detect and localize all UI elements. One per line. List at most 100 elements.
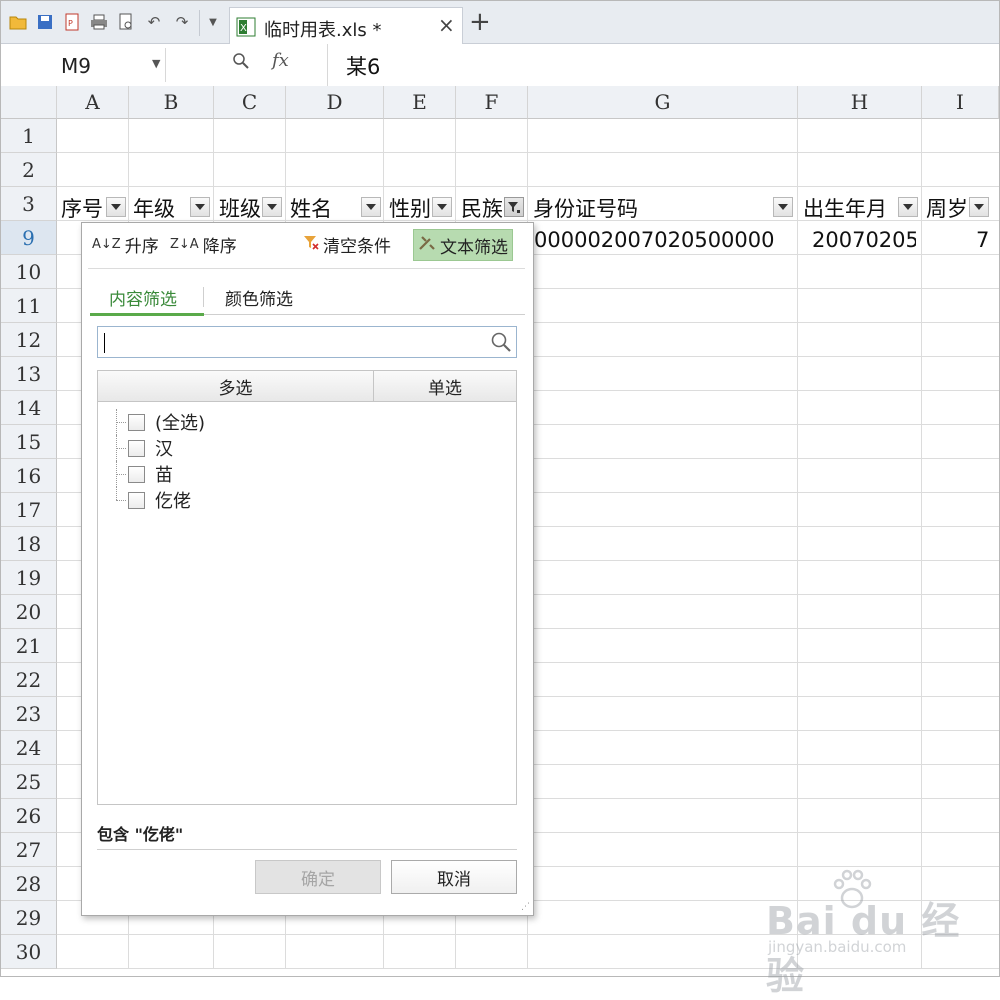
sort-ascending-button[interactable]: A↓Z 升序 bbox=[92, 229, 159, 259]
text-filter-button[interactable]: 文本筛选 bbox=[413, 229, 513, 261]
checkbox[interactable] bbox=[128, 465, 145, 483]
title-bar: P ↶ ↷ ▼ X 临时用表.xls * × + bbox=[1, 1, 999, 45]
row-header-15[interactable]: 15 bbox=[1, 425, 57, 459]
cancel-button[interactable]: 取消 bbox=[391, 860, 517, 894]
tab-close-icon[interactable]: × bbox=[438, 13, 455, 37]
row-header-2[interactable]: 2 bbox=[1, 153, 57, 187]
column-header-g[interactable]: G bbox=[528, 86, 798, 119]
row-header-23[interactable]: 23 bbox=[1, 697, 57, 731]
cell-g9[interactable]: 000002007020500000 bbox=[534, 228, 794, 252]
open-folder-icon[interactable] bbox=[7, 11, 29, 33]
filter-button-h[interactable] bbox=[898, 197, 918, 217]
tab-divider bbox=[203, 287, 204, 307]
row-header-12[interactable]: 12 bbox=[1, 323, 57, 357]
customize-dropdown-icon[interactable]: ▼ bbox=[202, 11, 224, 33]
row-header-9[interactable]: 9 bbox=[1, 221, 57, 255]
text-filter-label: 文本筛选 bbox=[440, 237, 508, 258]
row-header-30[interactable]: 30 bbox=[1, 935, 57, 969]
save-icon[interactable] bbox=[34, 11, 56, 33]
row-header-10[interactable]: 10 bbox=[1, 255, 57, 289]
row-header-27[interactable]: 27 bbox=[1, 833, 57, 867]
column-header-f[interactable]: F bbox=[456, 86, 528, 119]
resize-grip-icon[interactable]: ⋰ bbox=[521, 903, 530, 912]
toolbar-divider bbox=[88, 268, 525, 269]
filter-button-a[interactable] bbox=[106, 197, 126, 217]
filter-search-input[interactable] bbox=[97, 326, 517, 358]
header-cell-g[interactable]: 身份证号码 bbox=[533, 193, 773, 223]
row-header-18[interactable]: 18 bbox=[1, 527, 57, 561]
fx-icon[interactable]: fx bbox=[272, 50, 289, 71]
list-item[interactable]: 仡佬 bbox=[108, 487, 191, 513]
row-header-14[interactable]: 14 bbox=[1, 391, 57, 425]
row-header-25[interactable]: 25 bbox=[1, 765, 57, 799]
row-header-3[interactable]: 3 bbox=[1, 187, 57, 221]
tree-connector bbox=[108, 487, 128, 513]
filter-button-g[interactable] bbox=[773, 197, 793, 217]
column-header-h[interactable]: H bbox=[798, 86, 922, 119]
header-cell-c[interactable]: 班级 bbox=[219, 193, 261, 223]
print-icon[interactable] bbox=[88, 11, 110, 33]
tab-file[interactable]: X 临时用表.xls * × bbox=[229, 7, 463, 45]
header-cell-d[interactable]: 姓名 bbox=[290, 193, 360, 223]
row-header-29[interactable]: 29 bbox=[1, 901, 57, 935]
filter-button-e[interactable] bbox=[432, 197, 452, 217]
undo-icon[interactable]: ↶ bbox=[143, 11, 165, 33]
select-all-corner[interactable] bbox=[1, 86, 57, 119]
header-cell-i[interactable]: 周岁 bbox=[926, 193, 968, 223]
checkbox[interactable] bbox=[128, 491, 145, 509]
new-tab-button[interactable]: + bbox=[469, 9, 491, 35]
row-header-20[interactable]: 20 bbox=[1, 595, 57, 629]
cell-i9[interactable]: 7 bbox=[976, 228, 996, 252]
filter-button-d[interactable] bbox=[361, 197, 381, 217]
row-header-26[interactable]: 26 bbox=[1, 799, 57, 833]
row-header-1[interactable]: 1 bbox=[1, 119, 57, 153]
clear-conditions-label: 清空条件 bbox=[323, 236, 391, 257]
print-preview-icon[interactable] bbox=[115, 11, 137, 33]
tab-content-filter[interactable]: 内容筛选 bbox=[109, 285, 177, 310]
sort-descending-button[interactable]: Z↓A 降序 bbox=[170, 229, 237, 259]
chevron-down-icon[interactable]: ▼ bbox=[152, 57, 160, 70]
checkbox[interactable] bbox=[128, 413, 145, 431]
single-select-column[interactable]: 单选 bbox=[374, 371, 516, 401]
header-cell-f[interactable]: 民族 bbox=[461, 193, 503, 223]
name-box[interactable]: M9 ▼ bbox=[9, 48, 166, 82]
column-header-a[interactable]: A bbox=[57, 86, 129, 119]
filter-button-i[interactable] bbox=[969, 197, 989, 217]
row-header-11[interactable]: 11 bbox=[1, 289, 57, 323]
multi-select-column[interactable]: 多选 bbox=[98, 371, 374, 401]
redo-icon[interactable]: ↷ bbox=[171, 11, 193, 33]
row-header-13[interactable]: 13 bbox=[1, 357, 57, 391]
list-item[interactable]: (全选) bbox=[108, 409, 205, 435]
row-header-22[interactable]: 22 bbox=[1, 663, 57, 697]
filter-button-c[interactable] bbox=[262, 197, 282, 217]
filter-button-b[interactable] bbox=[190, 197, 210, 217]
header-cell-a[interactable]: 序号 bbox=[61, 193, 105, 223]
row-header-19[interactable]: 19 bbox=[1, 561, 57, 595]
zoom-icon[interactable] bbox=[233, 53, 249, 73]
row-header-17[interactable]: 17 bbox=[1, 493, 57, 527]
checkbox[interactable] bbox=[128, 439, 145, 457]
row-header-16[interactable]: 16 bbox=[1, 459, 57, 493]
ok-button[interactable]: 确定 bbox=[255, 860, 381, 894]
header-cell-e[interactable]: 性别 bbox=[389, 193, 431, 223]
row-header-21[interactable]: 21 bbox=[1, 629, 57, 663]
column-header-d[interactable]: D bbox=[286, 86, 384, 119]
row-header-24[interactable]: 24 bbox=[1, 731, 57, 765]
list-item[interactable]: 苗 bbox=[108, 461, 173, 487]
export-pdf-icon[interactable]: P bbox=[61, 11, 83, 33]
column-header-c[interactable]: C bbox=[214, 86, 286, 119]
filter-active-icon[interactable] bbox=[504, 197, 524, 217]
search-icon[interactable] bbox=[490, 331, 512, 357]
column-header-b[interactable]: B bbox=[129, 86, 214, 119]
column-header-e[interactable]: E bbox=[384, 86, 456, 119]
column-header-i[interactable]: I bbox=[922, 86, 999, 119]
row-header-28[interactable]: 28 bbox=[1, 867, 57, 901]
clear-conditions-button[interactable]: 清空条件 bbox=[303, 229, 391, 259]
header-cell-h[interactable]: 出生年月 bbox=[803, 193, 897, 223]
formula-input[interactable]: 某6 bbox=[327, 44, 998, 86]
header-cell-b[interactable]: 年级 bbox=[133, 193, 187, 223]
list-item[interactable]: 汉 bbox=[108, 435, 173, 461]
row-gridline bbox=[57, 152, 999, 153]
tab-color-filter[interactable]: 颜色筛选 bbox=[225, 285, 293, 310]
cell-h9[interactable]: 20070205 bbox=[812, 228, 916, 252]
